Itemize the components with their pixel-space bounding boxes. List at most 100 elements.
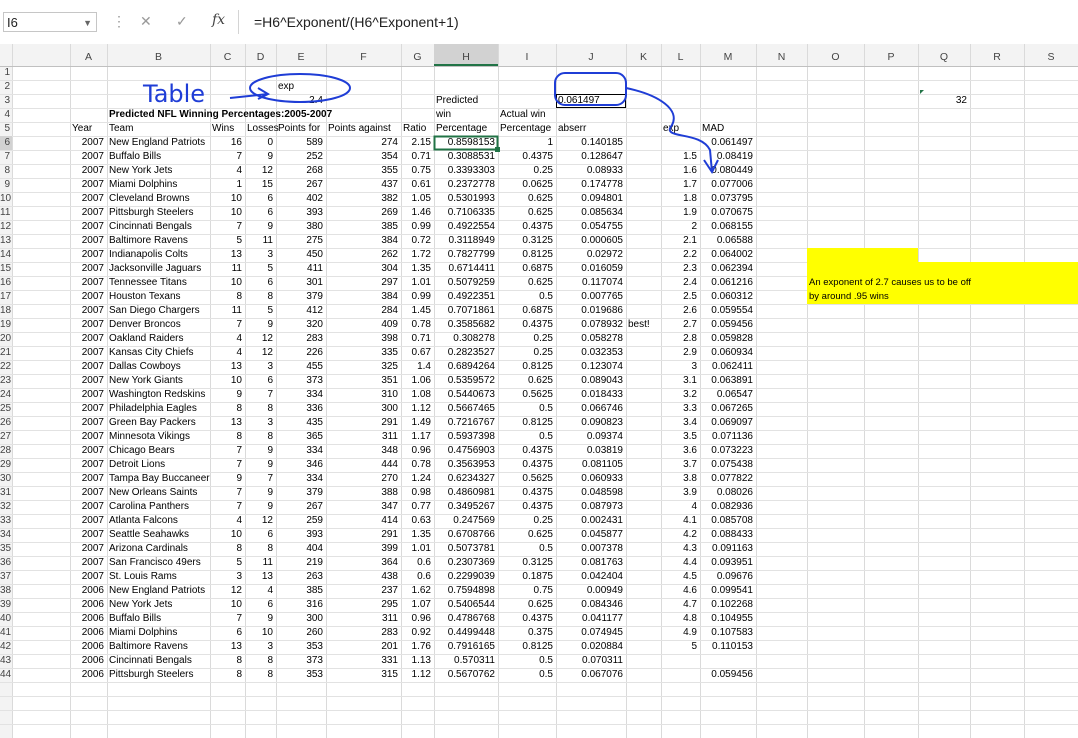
data-cell[interactable]: 0.5 (498, 402, 553, 416)
data-cell[interactable]: 16 (210, 136, 242, 150)
data-cell[interactable]: 3 (245, 248, 273, 262)
data-cell[interactable]: 0.09676 (700, 570, 753, 584)
data-cell[interactable]: 0.4756903 (434, 444, 495, 458)
team-name-cell[interactable]: Washington Redskins (109, 388, 205, 402)
data-cell[interactable]: 2006 (70, 626, 104, 640)
data-cell[interactable]: 9 (245, 458, 273, 472)
data-cell[interactable]: 12 (245, 332, 273, 346)
data-cell[interactable]: 0.094801 (556, 192, 623, 206)
data-cell[interactable]: 0.625 (498, 598, 553, 612)
data-cell[interactable]: 0.5 (498, 290, 553, 304)
data-cell[interactable]: 0.6 (401, 570, 431, 584)
data-cell[interactable]: 0.060933 (556, 472, 623, 486)
data-cell[interactable]: 385 (276, 584, 323, 598)
team-name-cell[interactable]: Green Bay Packers (109, 416, 196, 430)
data-cell[interactable]: 7 (210, 150, 242, 164)
data-cell[interactable]: 2.5 (661, 290, 697, 304)
data-cell[interactable]: 13 (210, 360, 242, 374)
row-header-40[interactable]: 40 (0, 612, 11, 626)
row-header-22[interactable]: 22 (0, 360, 11, 374)
data-cell[interactable]: 0.002431 (556, 514, 623, 528)
data-cell[interactable]: 1.9 (661, 206, 697, 220)
data-cell[interactable]: 8 (245, 654, 273, 668)
data-cell[interactable]: 311 (326, 430, 398, 444)
data-cell[interactable]: 2007 (70, 556, 104, 570)
data-cell[interactable]: 0.068155 (700, 220, 753, 234)
team-name-cell[interactable]: Buffalo Bills (109, 150, 161, 164)
data-cell[interactable]: 393 (276, 206, 323, 220)
team-name-cell[interactable]: Houston Texans (109, 290, 181, 304)
data-cell[interactable]: 0.060312 (700, 290, 753, 304)
data-cell[interactable]: 4.6 (661, 584, 697, 598)
data-cell[interactable]: 0.5073781 (434, 542, 495, 556)
data-cell[interactable]: 0.2307369 (434, 556, 495, 570)
row-header-36[interactable]: 36 (0, 556, 11, 570)
data-cell[interactable]: 398 (326, 332, 398, 346)
row-header-34[interactable]: 34 (0, 528, 11, 542)
data-cell[interactable]: 0.5 (498, 430, 553, 444)
data-cell[interactable]: 11 (245, 556, 273, 570)
data-cell[interactable]: 6 (245, 192, 273, 206)
team-name-cell[interactable]: Dallas Cowboys (109, 360, 181, 374)
column-header-s[interactable]: S (1024, 51, 1078, 63)
data-cell[interactable]: 4.4 (661, 556, 697, 570)
data-cell[interactable]: 7 (210, 612, 242, 626)
team-name-cell[interactable]: Philadelphia Eagles (109, 402, 197, 416)
data-cell[interactable]: 2007 (70, 346, 104, 360)
data-cell[interactable]: 382 (326, 192, 398, 206)
row-header-27[interactable]: 27 (0, 430, 11, 444)
data-cell[interactable]: 0.3088531 (434, 150, 495, 164)
data-cell[interactable]: 0.5670762 (434, 668, 495, 682)
team-name-cell[interactable]: New York Jets (109, 164, 172, 178)
data-cell[interactable]: 295 (326, 598, 398, 612)
data-cell[interactable]: 13 (245, 570, 273, 584)
data-cell[interactable]: 2006 (70, 668, 104, 682)
row-header-24[interactable]: 24 (0, 388, 11, 402)
data-cell[interactable]: 1.5 (661, 150, 697, 164)
data-cell[interactable]: 2007 (70, 444, 104, 458)
data-cell[interactable]: 8 (210, 290, 242, 304)
data-cell[interactable]: 3.3 (661, 402, 697, 416)
data-cell[interactable]: 0.75 (498, 584, 553, 598)
data-cell[interactable]: 0.5440673 (434, 388, 495, 402)
data-cell[interactable]: 354 (326, 150, 398, 164)
column-header-q[interactable]: Q (918, 51, 970, 63)
data-cell[interactable]: 347 (326, 500, 398, 514)
data-cell[interactable]: 3.1 (661, 374, 697, 388)
data-cell[interactable]: 3 (245, 360, 273, 374)
row-header-44[interactable]: 44 (0, 668, 11, 682)
data-cell[interactable]: 13 (210, 416, 242, 430)
data-cell[interactable]: 7 (210, 220, 242, 234)
data-cell[interactable]: 2006 (70, 584, 104, 598)
data-cell[interactable]: 10 (245, 626, 273, 640)
data-cell[interactable]: 0.087973 (556, 500, 623, 514)
data-cell[interactable]: 8 (245, 668, 273, 682)
column-header-f[interactable]: F (326, 51, 401, 63)
data-cell[interactable]: 0.5667465 (434, 402, 495, 416)
data-cell[interactable]: 310 (326, 388, 398, 402)
data-cell[interactable]: 269 (326, 206, 398, 220)
data-cell[interactable]: 1.13 (401, 654, 431, 668)
row-header-43[interactable]: 43 (0, 654, 11, 668)
data-cell[interactable]: 5 (210, 234, 242, 248)
data-cell[interactable]: 1.01 (401, 276, 431, 290)
data-cell[interactable]: 0.5 (498, 668, 553, 682)
data-cell[interactable]: 0.00949 (556, 584, 623, 598)
k3-value[interactable]: 0.061497 (558, 94, 600, 108)
data-cell[interactable]: 9 (245, 220, 273, 234)
data-cell[interactable]: 0.0625 (498, 178, 553, 192)
team-name-cell[interactable]: New York Giants (109, 374, 183, 388)
data-cell[interactable]: 0.3563953 (434, 458, 495, 472)
data-cell[interactable]: 2007 (70, 374, 104, 388)
data-cell[interactable]: 0.78 (401, 458, 431, 472)
data-cell[interactable]: 0.71 (401, 332, 431, 346)
data-cell[interactable]: 9 (210, 472, 242, 486)
data-cell[interactable]: 4.5 (661, 570, 697, 584)
data-cell[interactable]: 304 (326, 262, 398, 276)
data-cell[interactable]: 267 (276, 500, 323, 514)
team-name-cell[interactable]: Atlanta Falcons (109, 514, 178, 528)
data-cell[interactable]: 2007 (70, 150, 104, 164)
data-cell[interactable]: 3.4 (661, 416, 697, 430)
data-cell[interactable]: 15 (245, 178, 273, 192)
data-cell[interactable]: 325 (326, 360, 398, 374)
